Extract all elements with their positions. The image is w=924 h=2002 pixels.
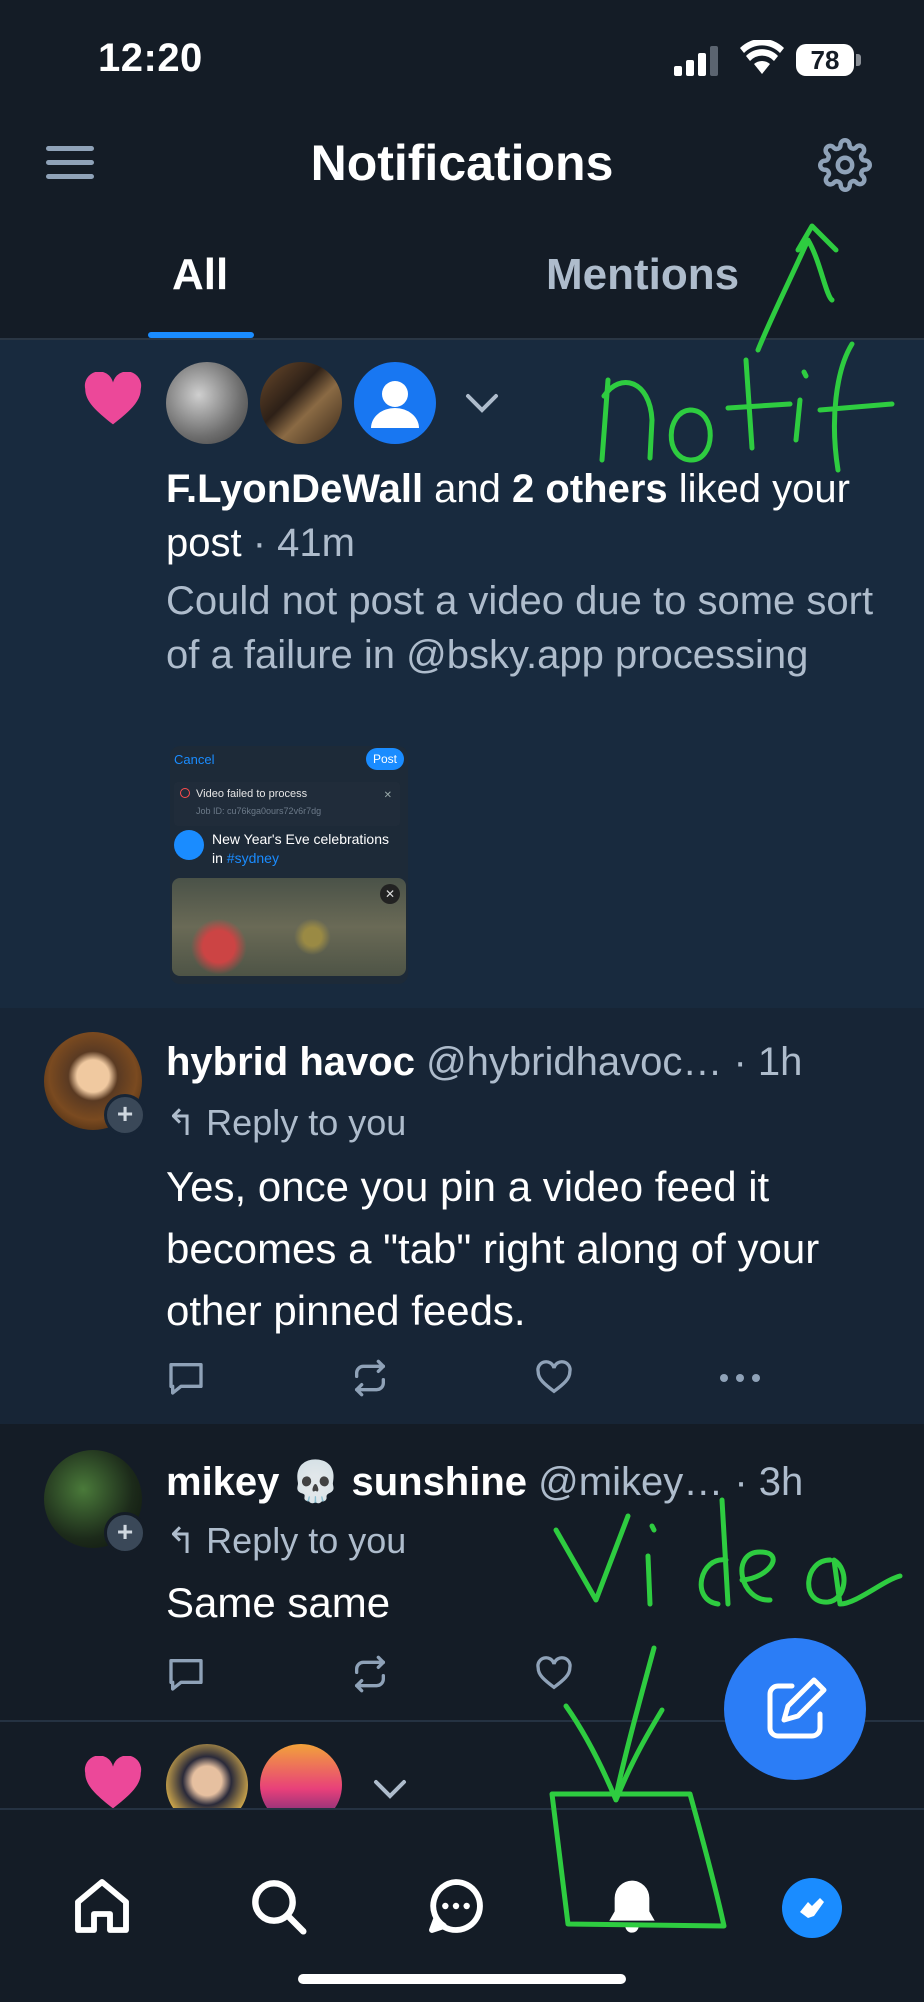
others-link[interactable]: 2 others bbox=[512, 467, 668, 511]
profile-avatar[interactable] bbox=[782, 1878, 842, 1938]
embed-job-id: Job ID: cu76kga0ours72v6r7dg bbox=[196, 806, 322, 816]
comment-icon[interactable] bbox=[166, 1654, 206, 1694]
embed-fireworks-image: ✕ bbox=[172, 878, 406, 976]
embed-error-title: Video failed to process bbox=[196, 788, 308, 800]
home-icon[interactable] bbox=[70, 1874, 134, 1938]
like-icon[interactable] bbox=[534, 1654, 574, 1694]
more-options-icon[interactable] bbox=[718, 1372, 762, 1384]
tab-mentions[interactable]: Mentions bbox=[546, 250, 739, 300]
embed-avatar bbox=[174, 830, 204, 860]
post-excerpt[interactable]: Could not post a video due to some sort … bbox=[166, 574, 896, 682]
reply-to-label: ↰ Reply to you bbox=[166, 1520, 407, 1561]
post-image-embed[interactable]: Cancel Post Video failed to process Job … bbox=[170, 746, 408, 984]
person-icon bbox=[371, 381, 419, 428]
close-icon: ✕ bbox=[380, 884, 400, 904]
embed-error-box: Video failed to process Job ID: cu76kga0… bbox=[174, 782, 400, 826]
reply-handle: @hybridhavoc… bbox=[414, 1040, 723, 1084]
reply-time: · 3h bbox=[723, 1460, 804, 1504]
bottom-navigation bbox=[0, 1808, 924, 2002]
reply-author[interactable]: hybrid havoc @hybridhavoc… · 1h bbox=[166, 1040, 802, 1085]
like-icon[interactable] bbox=[534, 1358, 574, 1398]
gear-icon[interactable] bbox=[818, 138, 872, 192]
embed-cancel-label: Cancel bbox=[174, 752, 215, 767]
avatar-library[interactable] bbox=[260, 362, 342, 444]
reply-body[interactable]: Yes, once you pin a video feed it become… bbox=[166, 1156, 886, 1342]
reply-to-label: ↰ Reply to you bbox=[166, 1102, 407, 1143]
actor-name[interactable]: F.LyonDeWall bbox=[166, 467, 423, 511]
close-icon: ✕ bbox=[383, 790, 392, 801]
connector-text: and bbox=[423, 467, 513, 511]
home-indicator bbox=[298, 1974, 626, 1984]
reply-author[interactable]: mikey 💀 sunshine @mikey… · 3h bbox=[166, 1458, 803, 1505]
reply-time: · 1h bbox=[722, 1040, 803, 1084]
page-title: Notifications bbox=[310, 135, 614, 191]
compose-icon bbox=[767, 1677, 827, 1739]
follow-plus-icon[interactable]: + bbox=[104, 1512, 146, 1554]
reply-arrow-icon: ↰ bbox=[166, 1520, 207, 1561]
wifi-icon bbox=[740, 40, 784, 74]
heart-icon bbox=[84, 1756, 142, 1809]
chat-icon[interactable] bbox=[424, 1874, 488, 1938]
embed-caption: New Year's Eve celebrations in #sydney bbox=[212, 831, 389, 866]
battery-indicator: 78 bbox=[796, 44, 854, 76]
reply-handle: @mikey… bbox=[527, 1460, 724, 1504]
reply-body[interactable]: Same same bbox=[166, 1572, 886, 1634]
embed-post-label: Post bbox=[366, 748, 404, 770]
compose-button[interactable] bbox=[724, 1638, 866, 1780]
follow-plus-icon[interactable]: + bbox=[104, 1094, 146, 1136]
timestamp: · 41m bbox=[241, 521, 355, 565]
status-time: 12:20 bbox=[98, 36, 203, 80]
avatar-default[interactable] bbox=[354, 362, 436, 444]
reply-arrow-icon: ↰ bbox=[166, 1102, 207, 1143]
heart-icon bbox=[84, 372, 142, 425]
comment-icon[interactable] bbox=[166, 1358, 206, 1398]
avatar-brain[interactable] bbox=[166, 362, 248, 444]
chevron-down-icon[interactable] bbox=[462, 388, 502, 418]
bell-icon[interactable] bbox=[600, 1874, 664, 1938]
chevron-down-icon[interactable] bbox=[370, 1774, 410, 1804]
hand-icon bbox=[800, 1898, 824, 1918]
tab-all[interactable]: All bbox=[172, 250, 228, 300]
repost-icon[interactable] bbox=[350, 1654, 390, 1694]
repost-icon[interactable] bbox=[350, 1358, 390, 1398]
error-icon bbox=[180, 788, 190, 798]
battery-tip bbox=[856, 54, 861, 66]
search-icon[interactable] bbox=[246, 1874, 310, 1938]
signal-icon bbox=[674, 46, 718, 76]
like-notification-text: F.LyonDeWall and 2 others liked your pos… bbox=[166, 462, 866, 570]
